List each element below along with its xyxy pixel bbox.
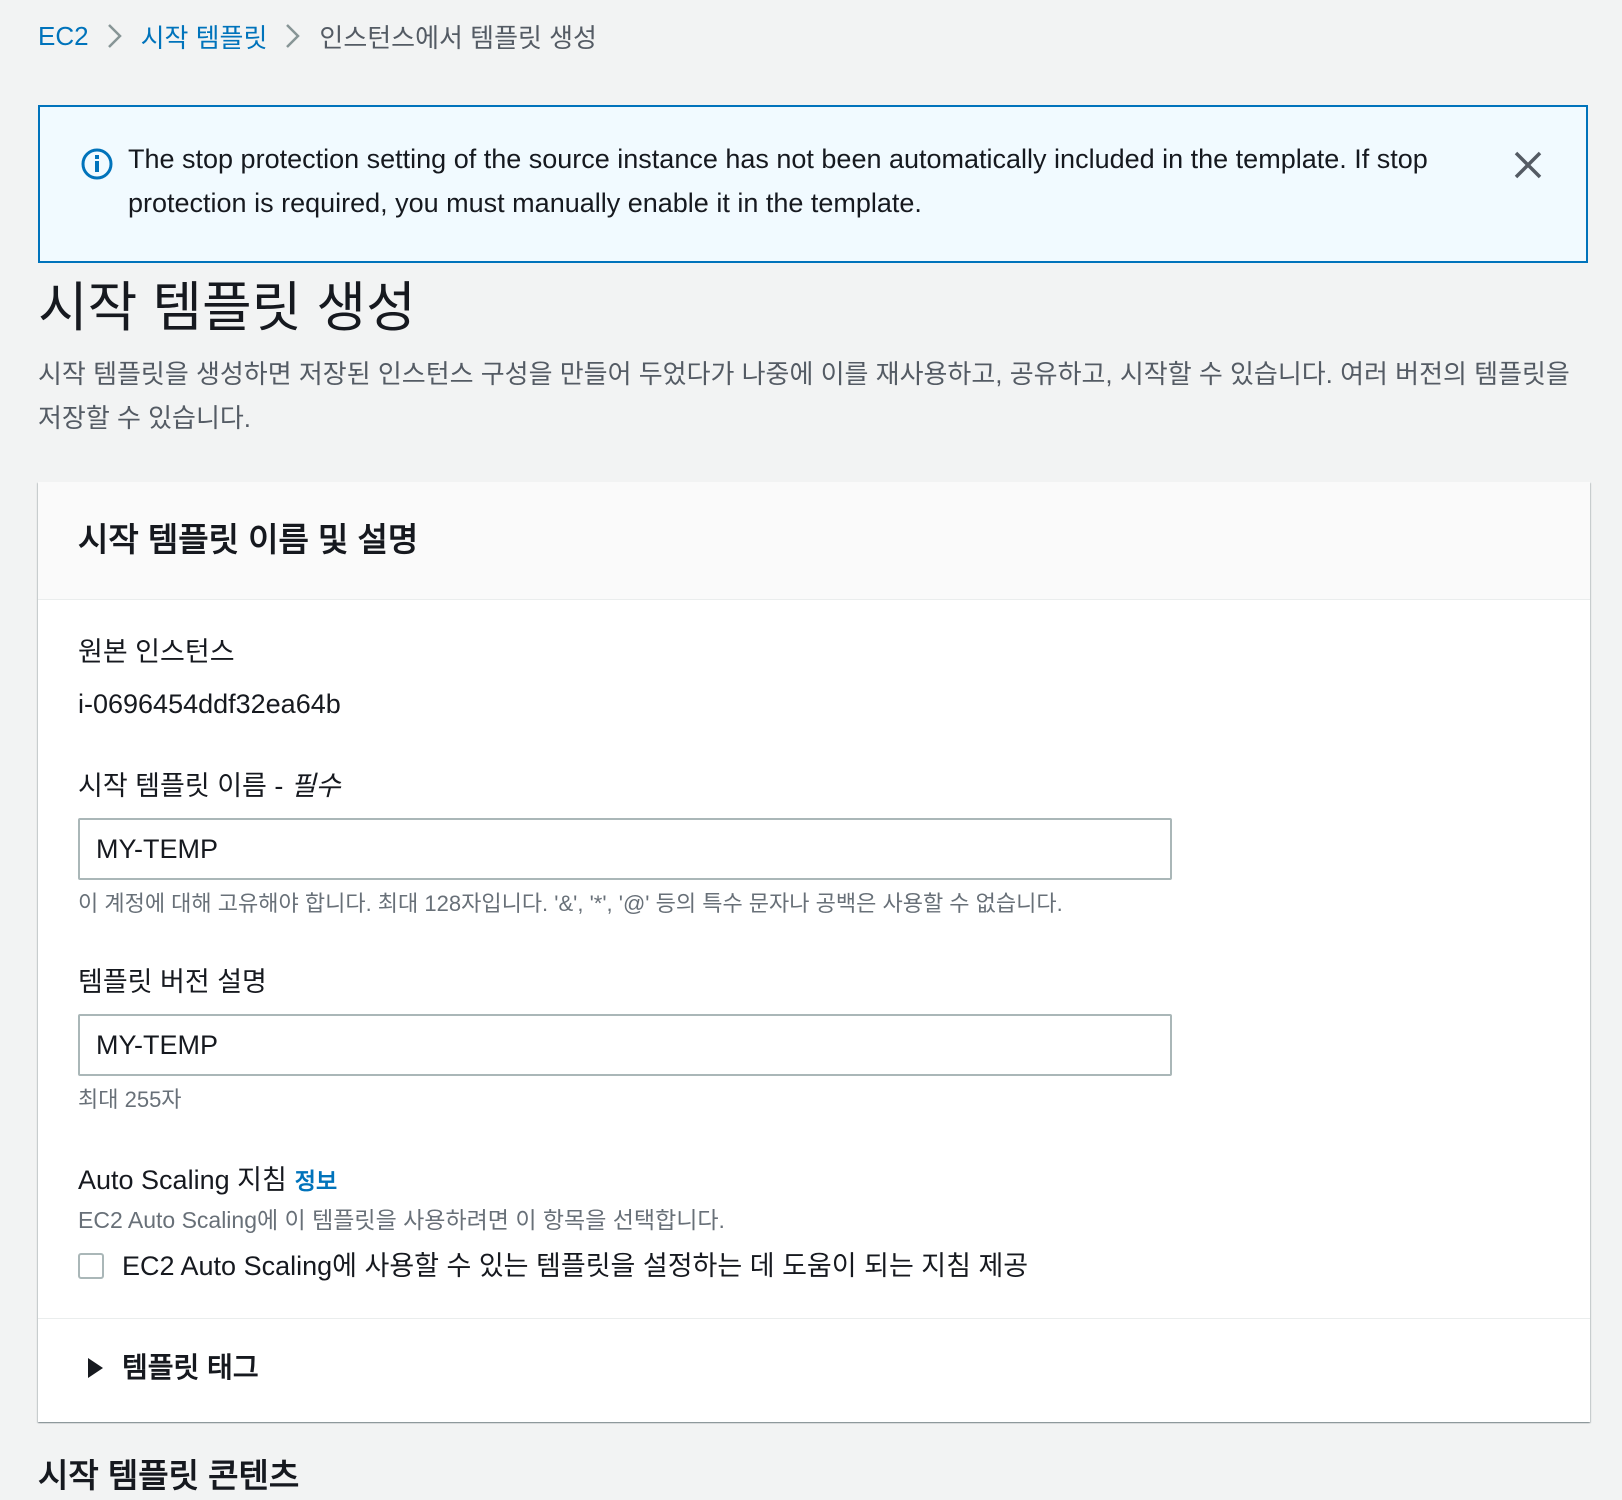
auto-scaling-checkbox[interactable] xyxy=(78,1253,104,1279)
template-name-hint: 이 계정에 대해 고유해야 합니다. 최대 128자입니다. '&', '*',… xyxy=(78,891,1063,916)
breadcrumb-current: 인스턴스에서 템플릿 생성 xyxy=(319,22,597,53)
alert-message: The stop protection setting of the sourc… xyxy=(128,144,1428,218)
breadcrumb-ec2[interactable]: EC2 xyxy=(38,21,89,52)
version-description-hint: 최대 255자 xyxy=(78,1087,182,1112)
breadcrumb: EC2 시작 템플릿 인스턴스에서 템플릿 생성 xyxy=(38,14,597,58)
template-name-label-text: 시작 템플릿 이름 - xyxy=(78,771,284,801)
info-icon xyxy=(80,147,114,181)
breadcrumb-launch-templates[interactable]: 시작 템플릿 xyxy=(141,18,268,55)
required-mark: 필수 xyxy=(290,771,341,801)
version-description-input[interactable] xyxy=(78,1014,1172,1076)
template-name-input[interactable] xyxy=(78,818,1172,880)
info-link[interactable]: 정보 xyxy=(295,1168,337,1194)
template-name-label: 시작 템플릿 이름 - 필수 xyxy=(78,768,341,804)
auto-scaling-label-text: Auto Scaling 지침 xyxy=(78,1165,287,1195)
caret-right-icon xyxy=(88,1358,103,1378)
next-section-title: 시작 템플릿 콘텐츠 xyxy=(38,1457,300,1494)
close-icon[interactable] xyxy=(1512,149,1544,181)
auto-scaling-description: EC2 Auto Scaling에 이 템플릿을 사용하려면 이 항목을 선택합… xyxy=(78,1207,725,1233)
panel-title: 시작 템플릿 이름 및 설명 xyxy=(78,521,419,558)
chevron-right-icon xyxy=(89,23,141,49)
template-tags-label[interactable]: 템플릿 태그 xyxy=(122,1348,259,1388)
auto-scaling-checkbox-label[interactable]: EC2 Auto Scaling에 사용할 수 있는 템플릿을 설정하는 데 도… xyxy=(122,1248,1028,1284)
template-tags-expander[interactable]: 템플릿 태그 xyxy=(86,1348,259,1388)
auto-scaling-label: Auto Scaling 지침 정보 xyxy=(78,1162,337,1199)
auto-scaling-checkbox-row[interactable]: EC2 Auto Scaling에 사용할 수 있는 템플릿을 설정하는 데 도… xyxy=(78,1248,1028,1284)
page-title: 시작 템플릿 생성 xyxy=(38,278,416,338)
source-instance-label: 원본 인스턴스 xyxy=(78,637,235,667)
version-description-label: 템플릿 버전 설명 xyxy=(78,967,267,997)
chevron-right-icon xyxy=(267,23,319,49)
template-name-panel: 시작 템플릿 이름 및 설명 원본 인스턴스 i-0696454ddf32ea6… xyxy=(38,482,1590,1422)
info-alert: The stop protection setting of the sourc… xyxy=(38,105,1588,263)
source-instance-value: i-0696454ddf32ea64b xyxy=(78,689,341,719)
page-description: 시작 템플릿을 생성하면 저장된 인스턴스 구성을 만들어 두었다가 나중에 이… xyxy=(38,359,1570,433)
panel-header: 시작 템플릿 이름 및 설명 xyxy=(38,482,1590,600)
panel-divider xyxy=(38,1318,1590,1319)
